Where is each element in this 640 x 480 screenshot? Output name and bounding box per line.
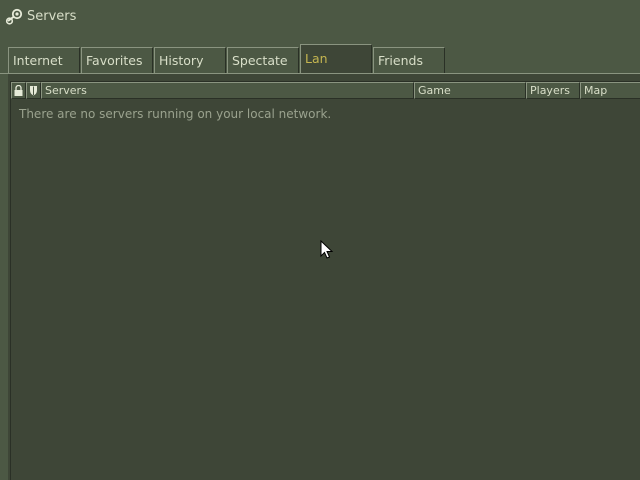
shield-icon bbox=[30, 86, 37, 96]
window-title: Servers bbox=[27, 9, 77, 24]
server-list[interactable]: Servers Game Players Map There are no se… bbox=[10, 81, 640, 480]
column-header-secure[interactable] bbox=[26, 82, 41, 99]
tab-internet[interactable]: Internet bbox=[8, 47, 80, 73]
tab-history[interactable]: History bbox=[154, 47, 226, 73]
empty-list-message: There are no servers running on your loc… bbox=[19, 107, 332, 121]
lock-icon bbox=[14, 84, 23, 96]
mouse-cursor-icon bbox=[320, 240, 334, 259]
tab-content-panel: Servers Game Players Map There are no se… bbox=[8, 74, 640, 480]
column-header-password[interactable] bbox=[11, 82, 26, 99]
tab-lan[interactable]: Lan bbox=[300, 44, 372, 74]
title-bar[interactable]: Servers bbox=[0, 0, 640, 36]
steam-logo-icon bbox=[5, 8, 23, 25]
column-header-players[interactable]: Players bbox=[526, 82, 580, 99]
column-header-servers[interactable]: Servers bbox=[41, 82, 414, 99]
tab-favorites[interactable]: Favorites bbox=[81, 47, 153, 73]
tab-friends[interactable]: Friends bbox=[373, 47, 445, 73]
servers-window: Servers Internet Favorites History Spect… bbox=[0, 0, 640, 480]
column-header-map[interactable]: Map bbox=[580, 82, 640, 99]
tab-spectate[interactable]: Spectate bbox=[227, 47, 299, 73]
column-header-game[interactable]: Game bbox=[414, 82, 526, 99]
tab-bar: Internet Favorites History Spectate Lan … bbox=[0, 44, 640, 74]
